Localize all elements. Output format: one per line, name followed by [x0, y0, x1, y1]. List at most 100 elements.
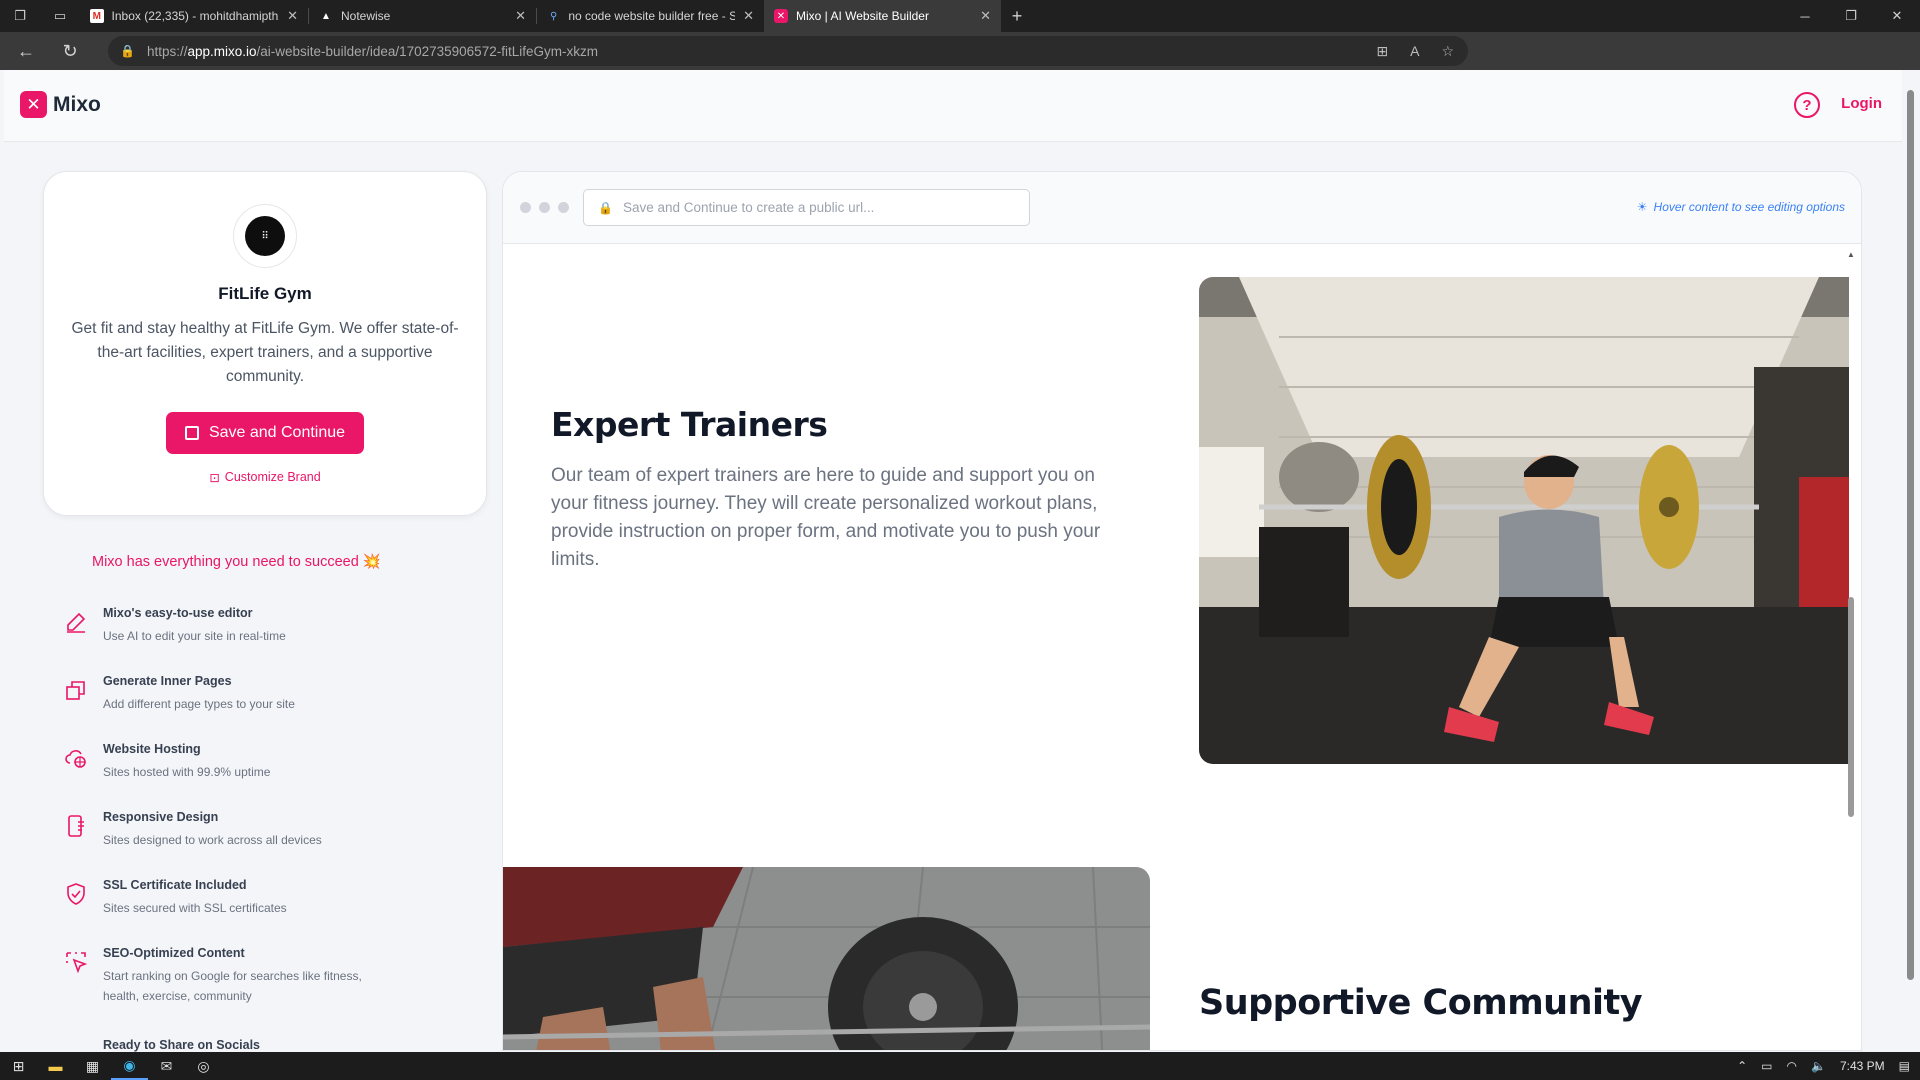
- feature-description: Sites hosted with 99.9% uptime: [103, 765, 271, 779]
- browser-tab-search[interactable]: ⚲ no code website builder free - Se ✕: [537, 0, 764, 32]
- deadlift-photo[interactable]: [503, 867, 1150, 1050]
- read-aloud-icon[interactable]: A: [1410, 43, 1419, 59]
- browser-address-bar: ← ↻ 🔒 https://app.mixo.io/ai-website-bui…: [0, 32, 1920, 95]
- trainer-squat-photo[interactable]: [1199, 277, 1849, 764]
- customize-brand-label: Customize Brand: [224, 470, 321, 484]
- tab-title: Inbox (22,335) - mohitdhamipth2: [111, 9, 280, 23]
- palette-icon: ⊡: [209, 471, 220, 485]
- feature-title: Ready to Share on Socials: [103, 1038, 260, 1052]
- chevron-up-icon[interactable]: ⌃: [1737, 1059, 1747, 1073]
- lock-icon[interactable]: 🔒: [120, 44, 135, 58]
- new-tab-button[interactable]: +: [1001, 6, 1033, 27]
- windows-taskbar: ⊞ ▬ ▦ ◉ ✉ ◎ ⌃ ▭ ◠ 🔈 7:43 PM ▤: [0, 1052, 1920, 1080]
- help-icon[interactable]: ?: [1794, 92, 1820, 118]
- shield-check-icon: [67, 883, 85, 905]
- edge-icon[interactable]: ◉: [111, 1052, 148, 1080]
- url-host: app.mixo.io: [187, 43, 257, 59]
- devices-icon: [68, 815, 84, 837]
- close-tab-icon[interactable]: ✕: [980, 8, 991, 24]
- url-prefix: https://: [146, 43, 188, 59]
- preview-scrollbar[interactable]: ▲: [1846, 250, 1856, 1045]
- refresh-icon[interactable]: ↻: [48, 32, 92, 70]
- public-url-field[interactable]: 🔒 Save and Continue to create a public u…: [583, 189, 1030, 226]
- restore-icon[interactable]: ❐: [1828, 0, 1874, 32]
- hover-hint: ☀ Hover content to see editing options: [1637, 200, 1845, 214]
- feature-title: SSL Certificate Included: [103, 878, 247, 892]
- favorite-star-icon[interactable]: ☆: [1441, 43, 1454, 60]
- preview-toolbar: 🔒 Save and Continue to create a public u…: [503, 172, 1861, 244]
- feature-title: Mixo's easy-to-use editor: [103, 606, 253, 620]
- wifi-icon[interactable]: ◠: [1787, 1059, 1797, 1073]
- close-tab-icon[interactable]: ✕: [515, 8, 526, 24]
- section-title[interactable]: Expert Trainers: [551, 405, 828, 444]
- feature-description: Add different page types to your site: [103, 697, 295, 711]
- brand-description: Get fit and stay healthy at FitLife Gym.…: [71, 320, 459, 385]
- hover-hint-text: Hover content to see editing options: [1653, 200, 1845, 214]
- browser-tab-bar: ❐ ▭ M Inbox (22,335) - mohitdhamipth2 ✕ …: [0, 0, 1920, 32]
- brand-card: ⠿ FitLife Gym Get fit and stay healthy a…: [43, 171, 487, 516]
- tab-title: no code website builder free - Se: [568, 9, 736, 23]
- feature-title: Website Hosting: [103, 742, 201, 756]
- feature-description: Use AI to edit your site in real-time: [103, 629, 286, 643]
- clock[interactable]: 7:43 PM: [1840, 1059, 1885, 1073]
- app-available-icon[interactable]: ⊞: [1376, 43, 1388, 60]
- scrollbar-thumb[interactable]: [1907, 90, 1914, 980]
- media-icon[interactable]: ◎: [185, 1052, 222, 1080]
- brand-logo-mark: ⠿: [245, 216, 285, 256]
- site-preview: 🔒 Save and Continue to create a public u…: [502, 171, 1862, 1051]
- close-tab-icon[interactable]: ✕: [743, 8, 754, 24]
- browser-tab-mixo[interactable]: ✕ Mixo | AI Website Builder ✕: [764, 0, 1001, 32]
- workspaces-icon[interactable]: ❐: [0, 0, 40, 32]
- feature-description: Sites designed to work across all device…: [103, 833, 322, 847]
- url-actions: ⊞ A ☆: [1376, 36, 1454, 66]
- url-field[interactable]: 🔒 https://app.mixo.io/ai-website-builder…: [108, 36, 1468, 66]
- feature-title: Responsive Design: [103, 810, 219, 824]
- feature-description: Sites secured with SSL certificates: [103, 901, 287, 915]
- minimize-icon[interactable]: ─: [1782, 0, 1828, 32]
- save-button-label: Save and Continue: [208, 424, 346, 441]
- login-link[interactable]: Login: [1841, 95, 1882, 112]
- back-arrow-icon[interactable]: ←: [4, 32, 48, 70]
- logo-text: Mixo: [53, 92, 101, 116]
- battery-icon[interactable]: ▭: [1761, 1059, 1772, 1073]
- mixo-icon: ✕: [774, 9, 788, 23]
- preview-content[interactable]: Expert Trainers Our team of expert train…: [503, 245, 1861, 1050]
- url-path: /ai-website-builder/idea/1702735906572-f…: [256, 43, 598, 59]
- tab-actions-icon[interactable]: ▭: [40, 0, 80, 32]
- window-controls: ─ ❐ ✕: [1782, 0, 1920, 32]
- lightbulb-icon: ☀: [1636, 200, 1648, 214]
- feature-title: SEO-Optimized Content: [103, 946, 245, 960]
- brand-logo[interactable]: ⠿: [233, 204, 297, 268]
- scroll-up-icon[interactable]: ▲: [1847, 250, 1855, 259]
- public-url-placeholder: Save and Continue to create a public url…: [622, 200, 875, 215]
- browser-tab-gmail[interactable]: M Inbox (22,335) - mohitdhamipth2 ✕: [80, 0, 308, 32]
- customize-brand-link[interactable]: ⊡ Customize Brand: [44, 470, 486, 485]
- browser-tab-notewise[interactable]: ▲ Notewise ✕: [309, 0, 536, 32]
- close-tab-icon[interactable]: ✕: [287, 8, 298, 24]
- window-dots: [520, 202, 569, 213]
- save-and-continue-button[interactable]: Save and Continue: [166, 412, 364, 454]
- close-window-icon[interactable]: ✕: [1874, 0, 1920, 32]
- section-body[interactable]: Our team of expert trainers are here to …: [551, 462, 1111, 574]
- feature-title: Generate Inner Pages: [103, 674, 232, 688]
- calculator-icon[interactable]: ▦: [74, 1052, 111, 1080]
- pages-icon: [66, 681, 85, 700]
- volume-icon[interactable]: 🔈: [1811, 1059, 1826, 1073]
- system-tray: ⌃ ▭ ◠ 🔈 7:43 PM ▤: [1737, 1052, 1910, 1080]
- notifications-icon[interactable]: ▤: [1899, 1059, 1910, 1073]
- page-scrollbar[interactable]: [1902, 70, 1920, 1045]
- brand-name: FitLife Gym: [218, 284, 312, 303]
- tab-title: Mixo | AI Website Builder: [796, 9, 929, 23]
- mixo-logo[interactable]: ✕ Mixo: [20, 91, 101, 118]
- feature-description: Start ranking on Google for searches lik…: [103, 969, 362, 1003]
- search-icon: ⚲: [549, 10, 558, 22]
- section-title[interactable]: Supportive Community: [1199, 983, 1643, 1023]
- mail-icon[interactable]: ✉: [148, 1052, 185, 1080]
- file-explorer-icon[interactable]: ▬: [37, 1052, 74, 1080]
- cloud-globe-icon: [65, 750, 86, 768]
- cursor-select-icon: [66, 952, 88, 974]
- scrollbar-thumb[interactable]: [1848, 597, 1854, 817]
- lock-icon: 🔒: [598, 200, 613, 215]
- start-icon[interactable]: ⊞: [0, 1052, 37, 1080]
- gmail-icon: M: [90, 9, 104, 23]
